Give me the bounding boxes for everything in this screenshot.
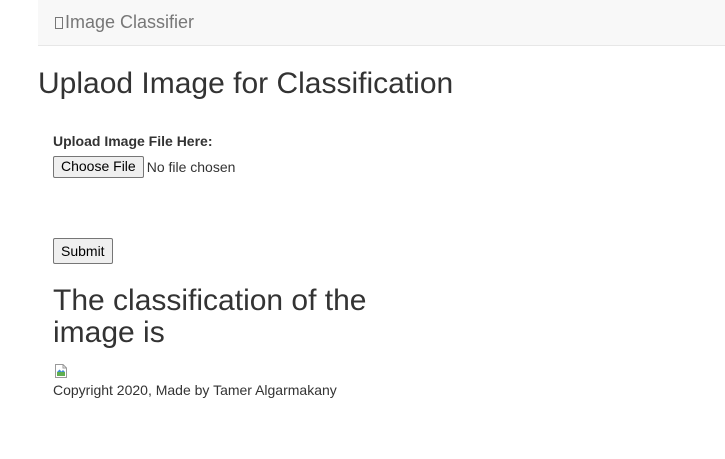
choose-file-button[interactable]: Choose File [53,156,144,178]
brand-label: Image Classifier [65,12,195,32]
file-status: No file chosen [146,158,236,175]
file-input[interactable]: Choose File No file chosen [53,156,235,178]
broken-glyph-icon [55,17,63,29]
broken-image-icon [53,363,69,379]
navbar: Image Classifier [38,0,725,46]
submit-button[interactable]: Submit [53,238,113,264]
footer-copyright: Copyright 2020, Made by Tamer Algarmakan… [53,382,337,398]
upload-label: Upload Image File Here: [53,133,213,149]
result-heading: The classification of the image is [53,284,367,349]
page-title: Uplaod Image for Classification [38,67,454,100]
brand-link[interactable]: Image Classifier [55,11,194,33]
